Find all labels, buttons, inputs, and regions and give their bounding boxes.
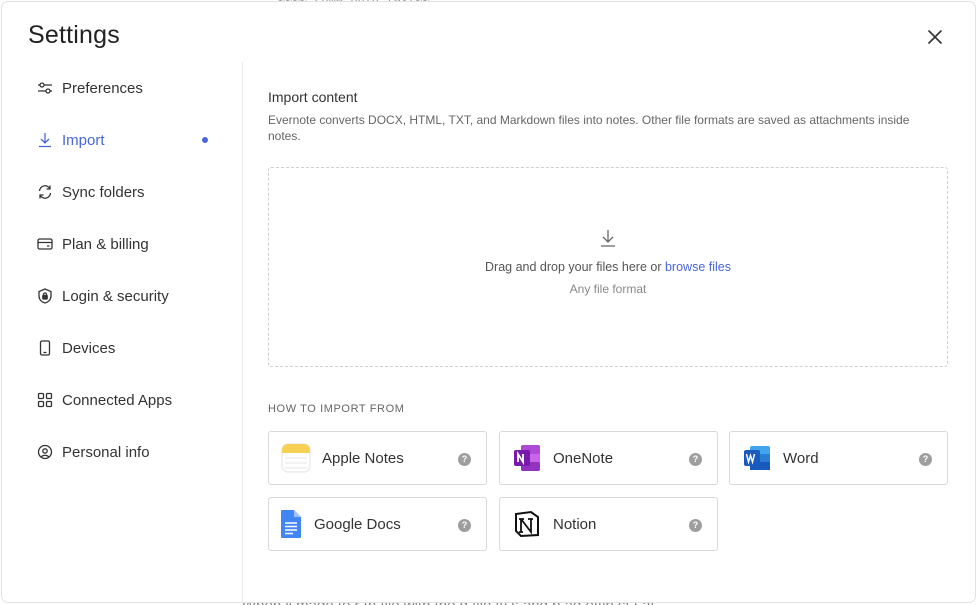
sidebar-item-label: Preferences [62,79,143,97]
sidebar-item-personal-info[interactable]: Personal info [36,437,216,467]
import-source-notion[interactable]: Notion ? [499,497,718,551]
import-source-word[interactable]: Word ? [729,431,948,485]
help-icon[interactable]: ? [919,453,932,466]
sidebar-item-label: Connected Apps [62,391,173,409]
close-button[interactable] [924,26,946,48]
dropzone-instruction: Drag and drop your files here or [485,260,662,274]
notion-icon [512,509,542,539]
sidebar-item-login-security[interactable]: Login & security [36,281,216,311]
google-docs-icon [279,509,303,539]
import-source-onenote[interactable]: OneNote ? [499,431,718,485]
help-icon[interactable]: ? [689,519,702,532]
import-title: Import content [268,89,358,105]
sidebar-item-label: Personal info [62,443,150,461]
close-icon [928,30,942,44]
import-source-apple-notes[interactable]: Apple Notes ? [268,431,487,485]
download-icon [36,131,54,149]
dropzone-subtext: Any file format [569,282,647,296]
settings-sidebar: Preferences Import Sync folders Plan & b… [2,62,243,602]
sidebar-item-sync-folders[interactable]: Sync folders [36,177,216,207]
at-icon [36,443,54,461]
grid-icon [36,391,54,409]
import-source-label: Apple Notes [322,449,404,467]
settings-modal: Settings Preferences Import Sync folders… [2,2,975,602]
dropzone-text: Drag and drop your files here or browse … [485,260,731,274]
how-to-import-heading: HOW TO IMPORT FROM [268,403,405,415]
sidebar-item-preferences[interactable]: Preferences [36,73,216,103]
browse-files-link[interactable]: browse files [665,260,731,274]
sidebar-item-connected-apps[interactable]: Connected Apps [36,385,216,415]
import-source-label: Google Docs [314,515,401,533]
file-dropzone[interactable]: Drag and drop your files here or browse … [268,167,948,367]
sidebar-item-label: Sync folders [62,183,145,201]
sidebar-item-plan-billing[interactable]: Plan & billing [36,229,216,259]
phone-icon [36,339,54,357]
sync-icon [36,183,54,201]
import-source-label: OneNote [553,449,614,467]
import-description: Evernote converts DOCX, HTML, TXT, and M… [268,113,910,143]
sidebar-item-label: Plan & billing [62,235,149,253]
modal-title: Settings [28,21,120,49]
shield-icon [36,287,54,305]
sidebar-item-label: Import [62,131,105,149]
sliders-icon [36,79,54,97]
apple-notes-icon [281,443,311,473]
help-icon[interactable]: ? [458,453,471,466]
credit-card-icon [36,235,54,253]
help-icon[interactable]: ? [458,519,471,532]
word-icon [742,443,772,473]
active-indicator-dot [202,137,208,143]
sidebar-item-import[interactable]: Import [36,125,216,155]
download-icon [596,226,620,250]
sidebar-item-label: Login & security [62,287,169,305]
import-source-label: Word [783,449,819,467]
sidebar-item-devices[interactable]: Devices [36,333,216,363]
import-source-label: Notion [553,515,597,533]
onenote-icon [512,443,542,473]
help-icon[interactable]: ? [689,453,702,466]
sidebar-item-label: Devices [62,339,116,357]
import-source-google-docs[interactable]: Google Docs ? [268,497,487,551]
